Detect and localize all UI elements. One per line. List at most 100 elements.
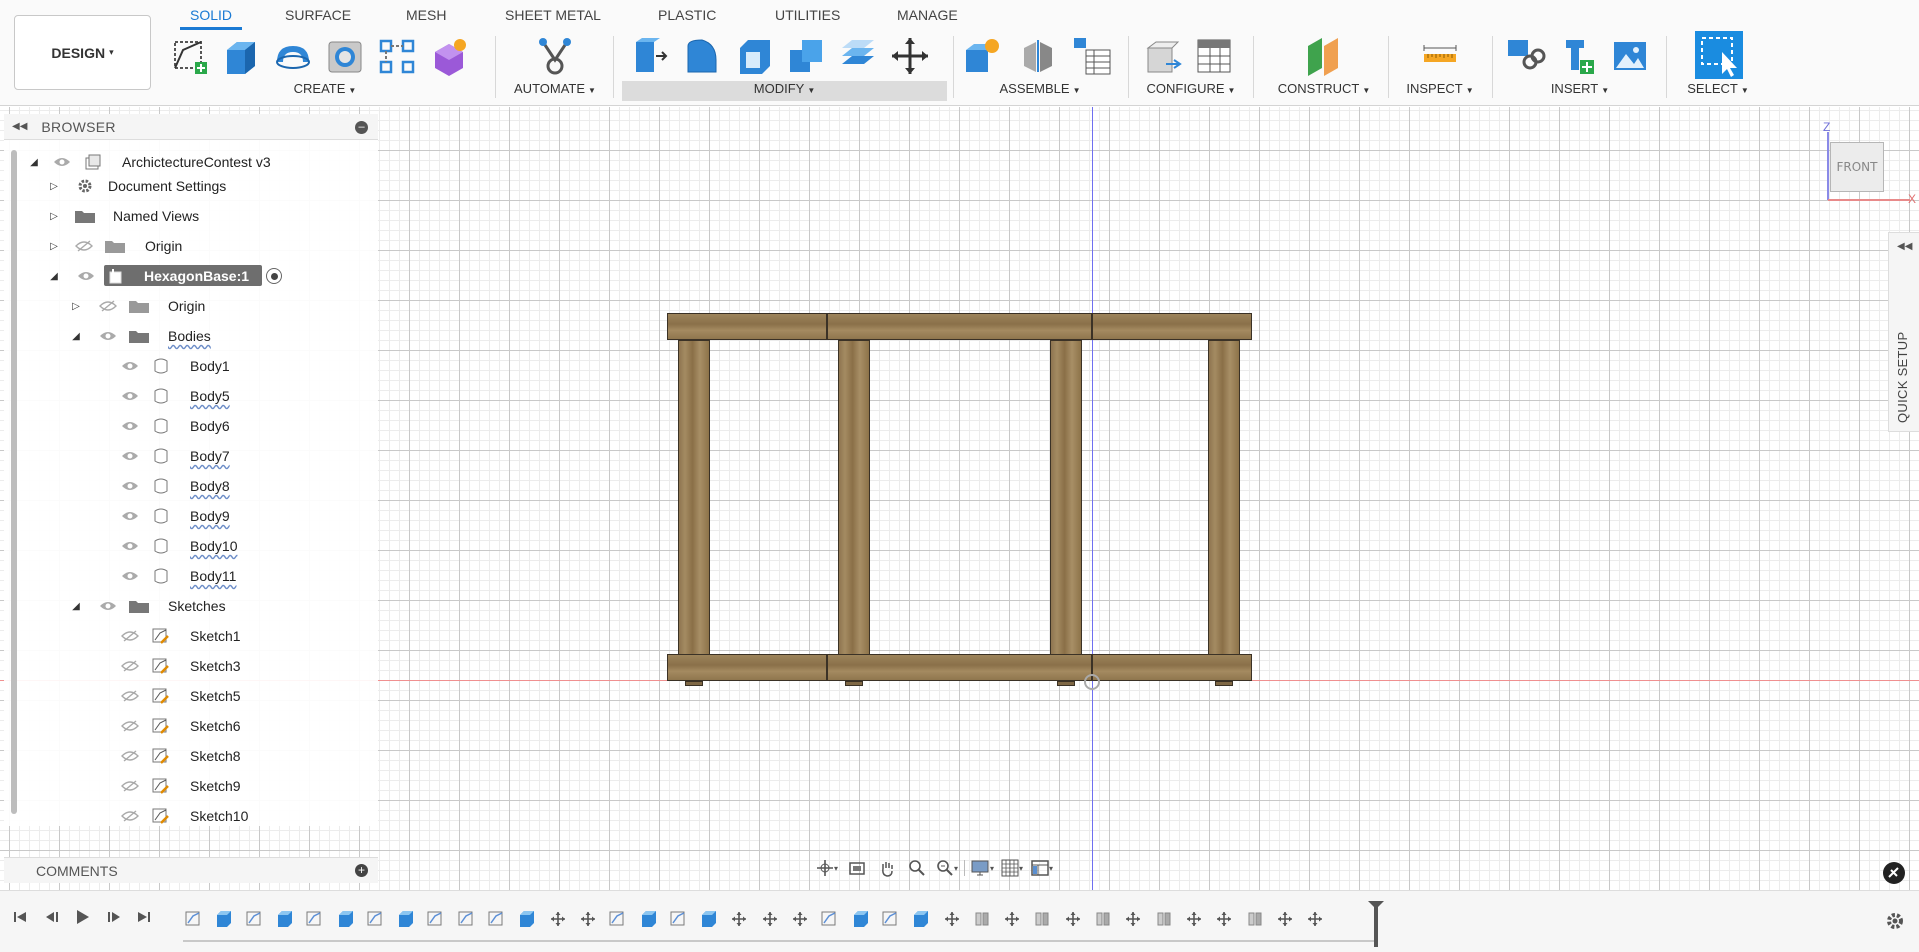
configuration-table-icon[interactable] bbox=[1192, 34, 1236, 78]
tree-row-component-origin[interactable]: ▷ Origin bbox=[4, 294, 374, 318]
eye-icon[interactable] bbox=[120, 359, 140, 373]
eye-hidden-icon[interactable] bbox=[120, 689, 140, 703]
timeline-move-icon[interactable] bbox=[1001, 909, 1023, 929]
assemble-menu-label[interactable]: ASSEMBLE bbox=[999, 81, 1069, 96]
collapse-triangle-icon[interactable]: ◢ bbox=[70, 601, 82, 612]
timeline-extrude-icon[interactable] bbox=[395, 909, 417, 929]
bottom-beam-right[interactable] bbox=[1092, 654, 1252, 681]
eye-icon[interactable] bbox=[120, 449, 140, 463]
gear-icon[interactable] bbox=[1884, 910, 1906, 932]
eye-icon[interactable] bbox=[120, 419, 140, 433]
timeline-sketch-icon[interactable] bbox=[425, 909, 447, 929]
change-parameters-icon[interactable] bbox=[1142, 34, 1186, 78]
select-menu-label[interactable]: SELECT bbox=[1687, 81, 1738, 96]
eye-icon[interactable] bbox=[120, 509, 140, 523]
timeline-move-icon[interactable] bbox=[1304, 909, 1326, 929]
timeline-extrude-icon[interactable] bbox=[638, 909, 660, 929]
eye-hidden-icon[interactable] bbox=[120, 659, 140, 673]
tab-solid[interactable]: SOLID bbox=[179, 0, 243, 30]
insert-canvas-icon[interactable] bbox=[1608, 34, 1652, 78]
timeline-move-icon[interactable] bbox=[1122, 909, 1144, 929]
workspace-switcher-button[interactable]: DESIGN ▾ bbox=[14, 15, 151, 90]
origin-point-icon[interactable] bbox=[1084, 674, 1100, 690]
skip-to-start-icon[interactable] bbox=[8, 907, 32, 927]
pan-icon[interactable] bbox=[872, 857, 902, 879]
timeline-move-icon[interactable] bbox=[1274, 909, 1296, 929]
timeline-sketch-icon[interactable] bbox=[607, 909, 629, 929]
revolve-icon[interactable] bbox=[271, 34, 315, 78]
timeline-move-icon[interactable] bbox=[1062, 909, 1084, 929]
tree-row-sketch[interactable]: Sketch6 bbox=[4, 714, 374, 738]
tree-row-origin[interactable]: ▷ Origin bbox=[4, 234, 374, 258]
move-copy-icon[interactable] bbox=[888, 34, 932, 78]
tree-row-body[interactable]: Body6 bbox=[4, 414, 374, 438]
tree-row-body[interactable]: Body9 bbox=[4, 504, 374, 528]
view-cube[interactable]: Z X FRONT bbox=[1820, 120, 1919, 210]
minimize-icon[interactable]: – bbox=[355, 121, 368, 134]
tree-row-sketch[interactable]: Sketch9 bbox=[4, 774, 374, 798]
tree-row-bodies[interactable]: ◢ Bodies bbox=[4, 324, 374, 348]
timeline-extrude-icon[interactable] bbox=[274, 909, 296, 929]
post-2[interactable] bbox=[838, 340, 870, 655]
inspect-menu-label[interactable]: INSPECT bbox=[1406, 81, 1462, 96]
timeline-move-icon[interactable] bbox=[728, 909, 750, 929]
eye-icon[interactable] bbox=[120, 479, 140, 493]
post-3[interactable] bbox=[1050, 340, 1082, 655]
tree-row-body[interactable]: Body8 bbox=[4, 474, 374, 498]
tab-surface[interactable]: SURFACE bbox=[285, 0, 351, 30]
timeline-move-icon[interactable] bbox=[789, 909, 811, 929]
offset-plane-icon[interactable] bbox=[1302, 34, 1346, 78]
expand-panel-icon[interactable]: ◀◀ bbox=[1897, 241, 1912, 252]
timeline-move-icon[interactable] bbox=[577, 909, 599, 929]
eye-hidden-icon[interactable] bbox=[120, 629, 140, 643]
timeline-move-icon[interactable] bbox=[759, 909, 781, 929]
create-menu-label[interactable]: CREATE bbox=[294, 81, 346, 96]
tree-row-body[interactable]: Body1 bbox=[4, 354, 374, 378]
eye-icon[interactable] bbox=[52, 155, 72, 169]
timeline-sketch-icon[interactable] bbox=[880, 909, 902, 929]
tree-row-sketch[interactable]: Sketch8 bbox=[4, 744, 374, 768]
automate-menu-label[interactable]: AUTOMATE bbox=[514, 81, 585, 96]
timeline-extrude-icon[interactable] bbox=[516, 909, 538, 929]
insert-menu-label[interactable]: INSERT bbox=[1551, 81, 1598, 96]
fillet-icon[interactable] bbox=[680, 34, 724, 78]
play-icon[interactable] bbox=[70, 907, 94, 927]
timeline-extrude-icon[interactable] bbox=[698, 909, 720, 929]
timeline-sketch-icon[interactable] bbox=[486, 909, 508, 929]
construct-menu-label[interactable]: CONSTRUCT bbox=[1278, 81, 1360, 96]
tree-row-body[interactable]: Body10 bbox=[4, 534, 374, 558]
tree-row-sketch[interactable]: Sketch3 bbox=[4, 654, 374, 678]
eye-icon[interactable] bbox=[98, 329, 118, 343]
post-1[interactable] bbox=[678, 340, 710, 655]
tab-plastic[interactable]: PLASTIC bbox=[658, 0, 716, 30]
timeline-extrude-icon[interactable] bbox=[910, 909, 932, 929]
eye-hidden-icon[interactable] bbox=[120, 749, 140, 763]
step-back-icon[interactable] bbox=[40, 907, 64, 927]
timeline-sketch-icon[interactable] bbox=[819, 909, 841, 929]
viewports-icon[interactable]: ▾ bbox=[1027, 857, 1057, 879]
extrude-icon[interactable] bbox=[219, 34, 263, 78]
collapse-triangle-icon[interactable]: ◢ bbox=[70, 331, 82, 342]
eye-hidden-icon[interactable] bbox=[74, 239, 94, 253]
create-form-icon[interactable] bbox=[427, 34, 471, 78]
insert-derive-icon[interactable] bbox=[1504, 34, 1548, 78]
eye-icon[interactable] bbox=[120, 389, 140, 403]
pattern-icon[interactable] bbox=[375, 34, 419, 78]
tree-row-sketch[interactable]: Sketch1 bbox=[4, 624, 374, 648]
grid-settings-icon[interactable]: ▾ bbox=[997, 857, 1027, 879]
collapse-triangle-icon[interactable]: ◢ bbox=[28, 157, 40, 168]
collapse-triangle-icon[interactable]: ◢ bbox=[48, 271, 60, 282]
bottom-beam-left[interactable] bbox=[667, 654, 827, 681]
tree-row-document-settings[interactable]: ▷ Document Settings bbox=[4, 174, 374, 198]
expand-triangle-icon[interactable]: ▷ bbox=[48, 241, 60, 252]
look-at-icon[interactable] bbox=[842, 857, 872, 879]
timeline-joint-icon[interactable] bbox=[1031, 909, 1053, 929]
step-forward-icon[interactable] bbox=[102, 907, 126, 927]
bill-of-materials-icon[interactable] bbox=[1070, 34, 1114, 78]
eye-icon[interactable] bbox=[120, 569, 140, 583]
tab-utilities[interactable]: UTILITIES bbox=[775, 0, 840, 30]
timeline-extrude-icon[interactable] bbox=[850, 909, 872, 929]
timeline-sketch-icon[interactable] bbox=[456, 909, 478, 929]
tree-row-sketch[interactable]: Sketch10 bbox=[4, 804, 374, 828]
tab-mesh[interactable]: MESH bbox=[406, 0, 446, 30]
